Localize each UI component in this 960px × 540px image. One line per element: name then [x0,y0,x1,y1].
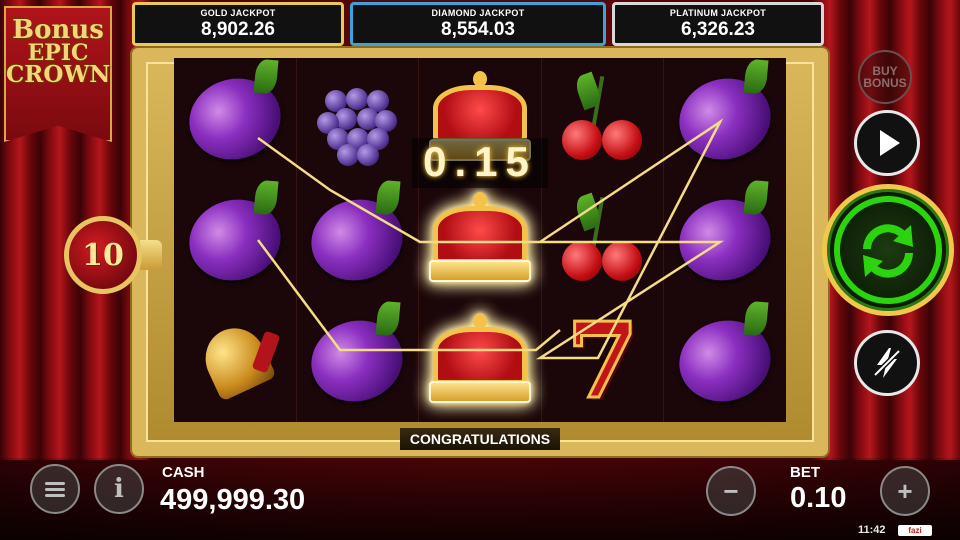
platinum-jackpot-label: PLATINUM JACKPOT [669,8,767,18]
symbol-plum [664,301,786,422]
play-icon [880,130,900,156]
paylines-count-button[interactable]: 10 [64,216,142,294]
logo-line-crown: CROWN [6,60,111,88]
reel-grid: 7 [174,58,786,422]
reel-4: 7 [542,58,665,422]
info-button[interactable]: i [94,464,144,514]
reel-2 [297,58,420,422]
symbol-plum [174,179,296,300]
platinum-jackpot-display: PLATINUM JACKPOT 6,326.23 [612,2,824,46]
cash-value: 499,999.30 [160,484,306,516]
reel-1 [174,58,297,422]
info-icon: i [114,474,124,504]
symbol-seven: 7 [565,299,640,423]
symbol-crown-winning [419,301,541,422]
turbo-button[interactable] [854,330,920,396]
symbol-plum [174,58,296,179]
cash-label: CASH [162,464,205,481]
refresh-arrows-icon [863,224,913,278]
reel-5 [664,58,786,422]
symbol-plum [664,179,786,300]
decrease-bet-button[interactable]: − [706,466,756,516]
diamond-jackpot-value: 8,554.03 [441,19,515,40]
increase-bet-button[interactable]: + [880,466,930,516]
autoplay-button[interactable] [854,110,920,176]
diamond-jackpot-display: DIAMOND JACKPOT 8,554.03 [350,2,606,46]
buy-bonus-button[interactable]: BUY BONUS [858,50,912,104]
plus-icon: + [897,475,913,506]
gold-jackpot-value: 8,902.26 [201,19,275,40]
symbol-plum [664,58,786,179]
spin-ring [834,196,942,304]
buy-bonus-label-2: BONUS [863,76,907,90]
win-amount: 0.15 [412,138,548,188]
hamburger-menu-icon [45,479,65,500]
spin-button[interactable] [822,184,954,316]
bet-label: BET [790,464,820,481]
symbol-crown-winning [419,179,541,300]
lightning-off-icon [873,348,901,378]
symbol-cherry [542,179,664,300]
symbol-grapes [297,58,419,179]
symbol-plum [297,179,419,300]
symbol-plum [297,301,419,422]
logo-line-bonus: Bonus [12,15,104,45]
bet-value: 0.10 [790,482,847,514]
symbol-bell [174,301,296,422]
platinum-jackpot-value: 6,326.23 [681,19,755,40]
symbol-cherry [542,58,664,179]
gold-jackpot-display: GOLD JACKPOT 8,902.26 [132,2,344,46]
reel-3 [419,58,542,422]
game-logo: Bonus EPIC CROWN [4,6,112,142]
menu-button[interactable] [30,464,80,514]
clock: 11:42 [858,524,886,536]
lines-badge-arm [140,240,162,270]
gold-jackpot-label: GOLD JACKPOT [200,8,276,18]
minus-icon: − [723,475,739,506]
win-message: CONGRATULATIONS [400,428,560,450]
brand-logo: fazi [898,525,932,536]
diamond-jackpot-label: DIAMOND JACKPOT [431,8,525,18]
